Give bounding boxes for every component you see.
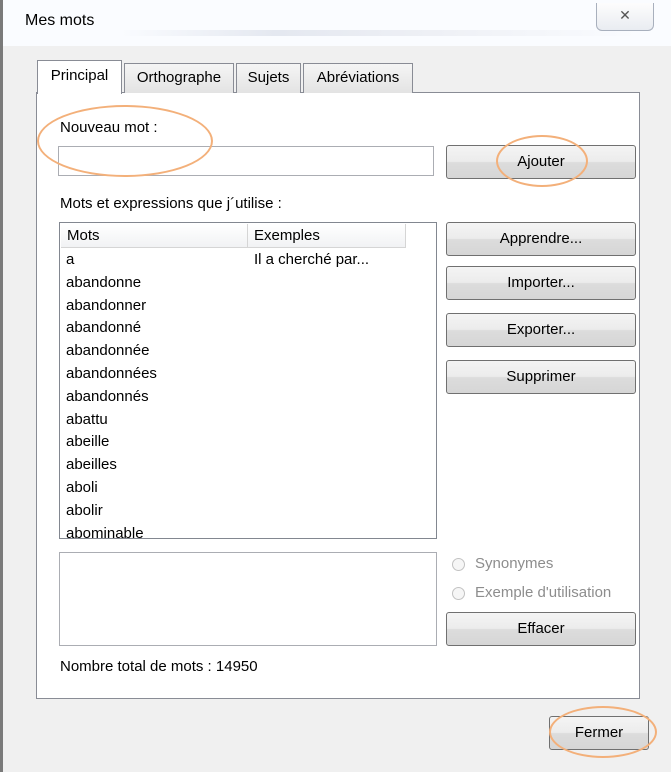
usage-example-radio[interactable] [452,587,465,600]
title-bar-shading [120,30,640,36]
learn-button[interactable]: Apprendre... [446,222,636,256]
column-header-mots[interactable]: Mots [61,224,248,248]
list-item-word: aboli [66,478,98,496]
list-item[interactable]: abandonné [66,317,406,340]
synonyms-radio[interactable] [452,558,465,571]
example-preview-box [59,552,437,646]
list-item[interactable]: abandonner [66,295,406,318]
export-button[interactable]: Exporter... [446,313,636,347]
list-item[interactable]: abolir [66,500,406,523]
import-button[interactable]: Importer... [446,266,636,300]
list-item[interactable]: abandonnées [66,363,406,386]
list-item[interactable]: abominable [66,523,406,539]
synonyms-label[interactable]: Synonymes [475,555,553,572]
title-bar [3,0,671,46]
new-word-label: Nouveau mot : [60,119,158,136]
list-item-example: Il a cherché par... [254,251,370,268]
clear-button[interactable]: Effacer [446,612,636,646]
close-button[interactable]: Fermer [549,716,649,750]
list-item-word: abolir [66,501,103,519]
list-item[interactable]: abandonnés [66,386,406,409]
list-item-word: abandonné [66,319,142,337]
column-header-exemples[interactable]: Exemples [248,224,406,248]
tab-abreviations[interactable]: Abréviations [303,63,413,93]
tab-principal[interactable]: Principal [37,60,122,94]
tab-orthographe[interactable]: Orthographe [124,63,234,93]
word-list-label: Mots et expressions que j´utilise : [60,195,282,212]
list-item-word: abandonner [66,296,147,314]
list-item[interactable]: a Il a cherché par... [66,249,406,272]
list-item-word: abandonnées [66,364,157,382]
word-list[interactable]: Mots Exemples a Il a cherché par... abando… [59,222,437,539]
window-title: Mes mots [25,12,95,29]
add-word-button[interactable]: Ajouter [446,145,636,179]
total-words-count: Nombre total de mots : 14950 [60,658,258,675]
list-item-word: abandonnée [66,342,150,360]
tab-sujets[interactable]: Sujets [236,63,301,93]
list-item[interactable]: abeilles [66,454,406,477]
close-icon: ✕ [619,7,631,23]
list-item-word: abandonnés [66,387,149,405]
list-item-word: a [66,251,75,268]
list-item[interactable]: abeille [66,431,406,454]
list-item[interactable]: aboli [66,477,406,500]
list-item[interactable]: abandonnée [66,340,406,363]
usage-example-label[interactable]: Exemple d'utilisation [475,584,611,601]
delete-button[interactable]: Supprimer [446,360,636,394]
list-item-word: abandonne [66,273,142,291]
list-item[interactable]: abandonne [66,272,406,295]
list-item-word: abeilles [66,456,117,474]
new-word-input[interactable] [58,146,434,176]
word-list-rows: a Il a cherché par... abandonne abandonner a… [66,249,406,539]
close-window-button[interactable]: ✕ [596,3,654,31]
list-item-word: abattu [66,410,108,428]
list-item[interactable]: abattu [66,409,406,432]
list-item-word: abominable [66,524,144,539]
list-item-word: abeille [66,433,110,451]
